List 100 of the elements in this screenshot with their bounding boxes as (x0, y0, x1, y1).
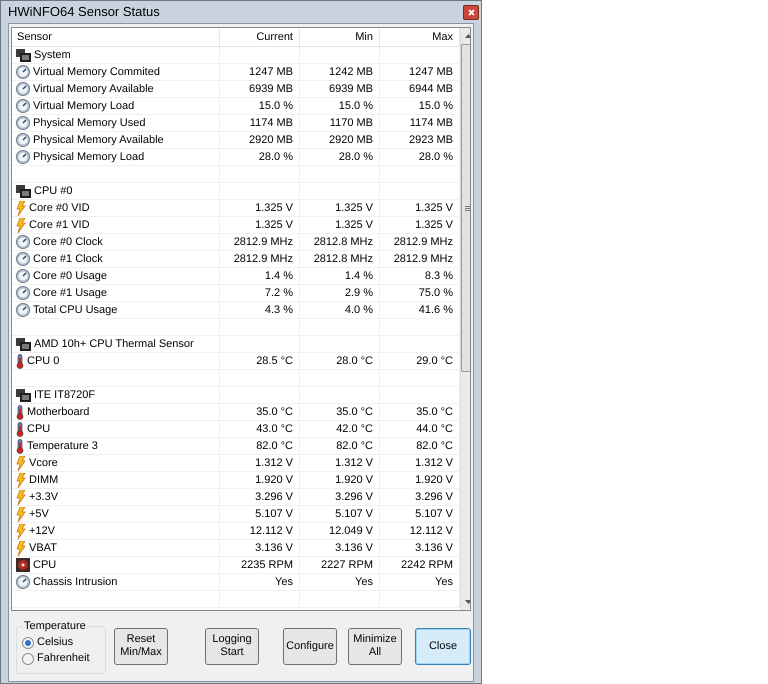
sensor-value: 75.0 % (418, 286, 453, 301)
sensor-name: Chassis Intrusion (33, 574, 118, 590)
sensor-name: +5V (29, 506, 49, 522)
sensor-value: 35.0 °C (336, 404, 373, 420)
chip-icon (16, 184, 31, 198)
dialog-button[interactable]: Minimize All (348, 628, 402, 664)
sensor-value: 1.4 % (264, 268, 293, 284)
sensor-value: 28.0 °C (336, 354, 373, 369)
sensor-value: 41.6 % (418, 302, 453, 318)
sensor-value: 43.0 °C (256, 422, 293, 437)
radio-label: Celsius (37, 635, 74, 650)
chip-icon (16, 338, 31, 350)
lightning-icon (16, 218, 26, 232)
sensor-name: CPU 0 (27, 354, 60, 369)
sensor-value: 15.0 % (418, 98, 453, 114)
sensor-value: 2812.9 MHz (394, 234, 453, 250)
sensor-value: 3.296 V (335, 490, 373, 505)
sensor-value: Yes (435, 574, 453, 590)
sensor-value: 1.920 V (415, 472, 453, 488)
sensor-value: 15.0 % (258, 98, 293, 114)
sensor-value: 12.112 V (250, 524, 293, 539)
sensor-name: VBAT (29, 540, 57, 556)
sensor-value: 12.049 V (328, 524, 373, 539)
sensor-name: System (34, 48, 71, 63)
sensor-value: 1.920 V (335, 472, 373, 488)
sensor-name: DIMM (29, 472, 58, 488)
lightning-icon (16, 490, 26, 504)
sensor-value: 2923 MB (408, 132, 453, 148)
sensor-value: 44.0 °C (416, 422, 453, 437)
grip-icon (464, 206, 470, 210)
chip-icon (16, 48, 31, 62)
group-title: Temperature (23, 619, 87, 634)
sensor-value: 7.2 % (264, 286, 293, 301)
sensor-value: 2235 RPM (241, 558, 293, 573)
lightning-icon (16, 524, 26, 538)
thermometer-icon (16, 404, 24, 420)
sensor-value: 28.0 % (338, 150, 373, 165)
sensor-value: 2812.8 MHz (314, 252, 373, 267)
chip-icon (16, 388, 31, 402)
sensor-name: Core #0 Usage (33, 268, 107, 284)
lightning-icon (16, 200, 26, 216)
sensor-value: 1.325 V (255, 218, 293, 233)
lightning-icon (16, 472, 26, 488)
sensor-value: 42.0 °C (336, 422, 373, 437)
sensor-value: 1.312 V (335, 456, 373, 471)
sensor-value: 1.4 % (344, 268, 373, 284)
sensor-name: Physical Memory Available (33, 132, 164, 148)
sensor-value: 3.296 V (255, 490, 293, 505)
sensor-value: 1.312 V (255, 456, 293, 471)
sensor-value: 2920 MB (328, 132, 373, 148)
sensor-value: 1.325 V (335, 200, 373, 216)
sensor-value: Yes (355, 574, 373, 590)
sensor-value: 4.0 % (344, 302, 373, 318)
radio-button[interactable] (22, 652, 34, 664)
sensor-value: 1247 MB (248, 64, 293, 80)
sensor-name: Physical Memory Load (33, 150, 144, 165)
sensor-value: 1242 MB (328, 64, 373, 80)
lightning-icon (16, 506, 26, 522)
sensor-value: 1174 MB (410, 116, 453, 131)
thermometer-icon (16, 422, 24, 436)
radio-button[interactable] (22, 636, 34, 648)
sensor-value: 28.5 °C (256, 354, 293, 369)
scroll-up-icon (464, 34, 470, 38)
sensor-name: Core #0 VID (29, 200, 90, 216)
sensor-value: 2812.9 MHz (234, 234, 293, 250)
sensor-value: 6944 MB (408, 82, 453, 97)
sensor-name: CPU (33, 558, 56, 573)
sensor-value: 3.136 V (415, 540, 453, 556)
sensor-name: Virtual Memory Commited (33, 64, 160, 80)
dialog-button[interactable]: Close (415, 628, 471, 664)
sensor-name: +12V (29, 524, 55, 539)
sensor-value: 1247 MB (408, 64, 453, 80)
sensor-value: 5.107 V (335, 506, 373, 522)
close-icon (468, 8, 474, 16)
sensor-value: 3.136 V (335, 540, 373, 556)
sensor-name: Core #1 Usage (33, 286, 107, 301)
sensor-name: Core #0 Clock (33, 234, 103, 250)
sensor-name: Core #1 VID (29, 218, 90, 233)
close-button[interactable] (463, 4, 479, 20)
dialog-button[interactable]: Configure (283, 628, 337, 664)
sensor-name: Vcore (29, 456, 58, 471)
sensor-value: 5.107 V (255, 506, 293, 522)
sensor-value: Yes (275, 574, 293, 590)
sensor-name: Virtual Memory Available (33, 82, 154, 97)
sensor-name: Virtual Memory Load (33, 98, 134, 114)
sensor-value: 2.9 % (344, 286, 373, 301)
dialog-button[interactable]: Logging Start (205, 628, 259, 664)
sensor-value: 35.0 °C (256, 404, 293, 420)
sensor-value: 12.112 V (410, 524, 453, 539)
sensor-value: 1.325 V (255, 200, 293, 216)
sensor-value: 2920 MB (248, 132, 293, 148)
sensor-value: 8.3 % (424, 268, 453, 284)
sensor-value: 1170 MB (330, 116, 373, 131)
sensor-value: 5.107 V (415, 506, 453, 522)
dialog-button[interactable]: Reset Min/Max (114, 628, 168, 664)
sensor-value: 2812.9 MHz (234, 252, 293, 267)
sensor-value: 4.3 % (264, 302, 293, 318)
sensor-value: 6939 MB (328, 82, 373, 97)
sensor-value: 28.0 % (418, 150, 453, 165)
sensor-name: Temperature 3 (27, 438, 98, 454)
